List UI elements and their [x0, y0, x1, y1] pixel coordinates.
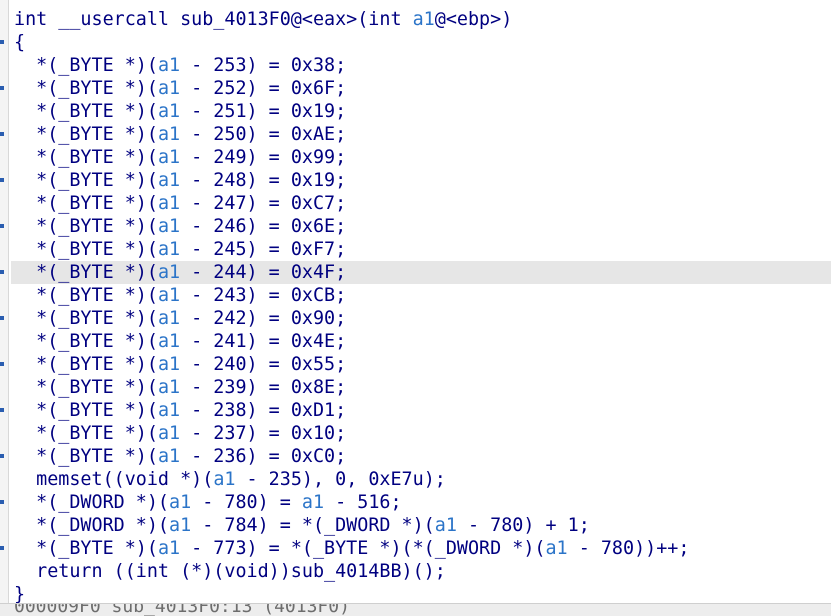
- breakpoint-marker: [0, 546, 4, 550]
- code-line[interactable]: int __usercall sub_4013F0@<eax>(int a1@<…: [11, 8, 831, 31]
- code-line-text: *(_DWORD *)(a1 - 784) = *(_DWORD *)(a1 -…: [14, 515, 590, 536]
- breakpoint-marker: [0, 224, 4, 228]
- variable-token[interactable]: a1: [169, 492, 191, 513]
- variable-token[interactable]: a1: [158, 78, 180, 99]
- code-line[interactable]: *(_BYTE *)(a1 - 239) = 0x8E;: [11, 376, 831, 399]
- code-line-text: *(_DWORD *)(a1 - 780) = a1 - 516;: [14, 492, 402, 513]
- code-line-text: *(_BYTE *)(a1 - 236) = 0xC0;: [14, 446, 347, 467]
- code-line-text: *(_BYTE *)(a1 - 238) = 0xD1;: [14, 400, 347, 421]
- variable-token[interactable]: a1: [158, 239, 180, 260]
- code-line[interactable]: return ((int (*)(void))sub_4014BB)();: [11, 560, 831, 583]
- line-gutter: [0, 0, 9, 603]
- variable-token[interactable]: a1: [158, 423, 180, 444]
- breakpoint-marker: [0, 86, 4, 90]
- variable-token[interactable]: a1: [158, 285, 180, 306]
- code-line-text: {: [14, 32, 26, 53]
- breakpoint-marker: [0, 132, 4, 136]
- code-line[interactable]: *(_BYTE *)(a1 - 250) = 0xAE;: [11, 123, 831, 146]
- variable-token[interactable]: a1: [158, 147, 180, 168]
- code-line-text: *(_BYTE *)(a1 - 245) = 0xF7;: [14, 239, 347, 260]
- code-line-text: *(_BYTE *)(a1 - 241) = 0x4E;: [14, 331, 347, 352]
- code-line-text: *(_BYTE *)(a1 - 239) = 0x8E;: [14, 377, 347, 398]
- code-line[interactable]: *(_DWORD *)(a1 - 780) = a1 - 516;: [11, 491, 831, 514]
- address-status-text: 000009F0 sub_4013F0:13 (4013F0): [14, 603, 350, 616]
- variable-token[interactable]: a1: [158, 193, 180, 214]
- code-line[interactable]: *(_BYTE *)(a1 - 248) = 0x19;: [11, 169, 831, 192]
- variable-token[interactable]: a1: [158, 55, 180, 76]
- code-line[interactable]: *(_BYTE *)(a1 - 238) = 0xD1;: [11, 399, 831, 422]
- breakpoint-marker: [0, 362, 4, 366]
- code-line[interactable]: *(_BYTE *)(a1 - 240) = 0x55;: [11, 353, 831, 376]
- code-line[interactable]: *(_BYTE *)(a1 - 251) = 0x19;: [11, 100, 831, 123]
- variable-token[interactable]: a1: [169, 515, 191, 536]
- variable-token[interactable]: a1: [413, 9, 435, 30]
- code-line-text: *(_BYTE *)(a1 - 246) = 0x6E;: [14, 216, 347, 237]
- code-line-text: *(_BYTE *)(a1 - 240) = 0x55;: [14, 354, 347, 375]
- breakpoint-marker: [0, 316, 4, 320]
- breakpoint-marker: [0, 500, 4, 504]
- variable-token[interactable]: a1: [545, 538, 567, 559]
- breakpoint-marker: [0, 454, 4, 458]
- code-line-text: }: [14, 584, 26, 605]
- code-line[interactable]: memset((void *)(a1 - 235), 0, 0xE7u);: [11, 468, 831, 491]
- code-line[interactable]: *(_BYTE *)(a1 - 773) = *(_BYTE *)(*(_DWO…: [11, 537, 831, 560]
- code-line-text: *(_BYTE *)(a1 - 250) = 0xAE;: [14, 124, 347, 145]
- breakpoint-marker: [0, 270, 4, 274]
- code-line-text: *(_BYTE *)(a1 - 251) = 0x19;: [14, 101, 347, 122]
- code-line[interactable]: *(_BYTE *)(a1 - 242) = 0x90;: [11, 307, 831, 330]
- code-line[interactable]: {: [11, 31, 831, 54]
- code-line-text: return ((int (*)(void))sub_4014BB)();: [14, 561, 446, 582]
- variable-token[interactable]: a1: [158, 170, 180, 191]
- code-line[interactable]: *(_BYTE *)(a1 - 237) = 0x10;: [11, 422, 831, 445]
- code-line[interactable]: *(_BYTE *)(a1 - 253) = 0x38;: [11, 54, 831, 77]
- variable-token[interactable]: a1: [158, 101, 180, 122]
- variable-token[interactable]: a1: [302, 492, 324, 513]
- code-line-text: memset((void *)(a1 - 235), 0, 0xE7u);: [14, 469, 446, 490]
- variable-token[interactable]: a1: [213, 469, 235, 490]
- code-line-text: *(_BYTE *)(a1 - 248) = 0x19;: [14, 170, 347, 191]
- code-line[interactable]: *(_BYTE *)(a1 - 246) = 0x6E;: [11, 215, 831, 238]
- variable-token[interactable]: a1: [158, 538, 180, 559]
- variable-token[interactable]: a1: [158, 400, 180, 421]
- code-line-text: *(_BYTE *)(a1 - 237) = 0x10;: [14, 423, 347, 444]
- variable-token[interactable]: a1: [435, 515, 457, 536]
- code-line-text: *(_BYTE *)(a1 - 249) = 0x99;: [14, 147, 347, 168]
- code-line[interactable]: *(_BYTE *)(a1 - 245) = 0xF7;: [11, 238, 831, 261]
- pseudocode-listing[interactable]: int __usercall sub_4013F0@<eax>(int a1@<…: [11, 8, 831, 606]
- breakpoint-marker: [0, 40, 4, 44]
- code-line-text: *(_BYTE *)(a1 - 247) = 0xC7;: [14, 193, 347, 214]
- variable-token[interactable]: a1: [158, 354, 180, 375]
- code-line[interactable]: *(_BYTE *)(a1 - 252) = 0x6F;: [11, 77, 831, 100]
- variable-token[interactable]: a1: [158, 331, 180, 352]
- code-line-text: *(_BYTE *)(a1 - 773) = *(_BYTE *)(*(_DWO…: [14, 538, 690, 559]
- variable-token[interactable]: a1: [158, 216, 180, 237]
- code-line-text: *(_BYTE *)(a1 - 253) = 0x38;: [14, 55, 347, 76]
- code-line[interactable]: *(_DWORD *)(a1 - 784) = *(_DWORD *)(a1 -…: [11, 514, 831, 537]
- variable-token[interactable]: a1: [158, 308, 180, 329]
- variable-token[interactable]: a1: [158, 124, 180, 145]
- code-line[interactable]: *(_BYTE *)(a1 - 241) = 0x4E;: [11, 330, 831, 353]
- code-line-text: *(_BYTE *)(a1 - 252) = 0x6F;: [14, 78, 347, 99]
- breakpoint-marker: [0, 408, 4, 412]
- code-line-text: int __usercall sub_4013F0@<eax>(int a1@<…: [14, 9, 513, 30]
- code-line-text: *(_BYTE *)(a1 - 244) = 0x4F;: [14, 262, 347, 283]
- code-line-text: *(_BYTE *)(a1 - 243) = 0xCB;: [14, 285, 347, 306]
- pseudocode-window: int __usercall sub_4013F0@<eax>(int a1@<…: [0, 0, 831, 616]
- status-strip: 000009F0 sub_4013F0:13 (4013F0): [0, 603, 831, 616]
- code-line[interactable]: *(_BYTE *)(a1 - 243) = 0xCB;: [11, 284, 831, 307]
- code-line[interactable]: *(_BYTE *)(a1 - 249) = 0x99;: [11, 146, 831, 169]
- code-line-current[interactable]: *(_BYTE *)(a1 - 244) = 0x4F;: [11, 261, 831, 284]
- code-line-text: *(_BYTE *)(a1 - 242) = 0x90;: [14, 308, 347, 329]
- variable-token[interactable]: a1: [158, 262, 180, 283]
- code-line[interactable]: *(_BYTE *)(a1 - 236) = 0xC0;: [11, 445, 831, 468]
- code-line[interactable]: *(_BYTE *)(a1 - 247) = 0xC7;: [11, 192, 831, 215]
- variable-token[interactable]: a1: [158, 446, 180, 467]
- breakpoint-marker: [0, 178, 4, 182]
- variable-token[interactable]: a1: [158, 377, 180, 398]
